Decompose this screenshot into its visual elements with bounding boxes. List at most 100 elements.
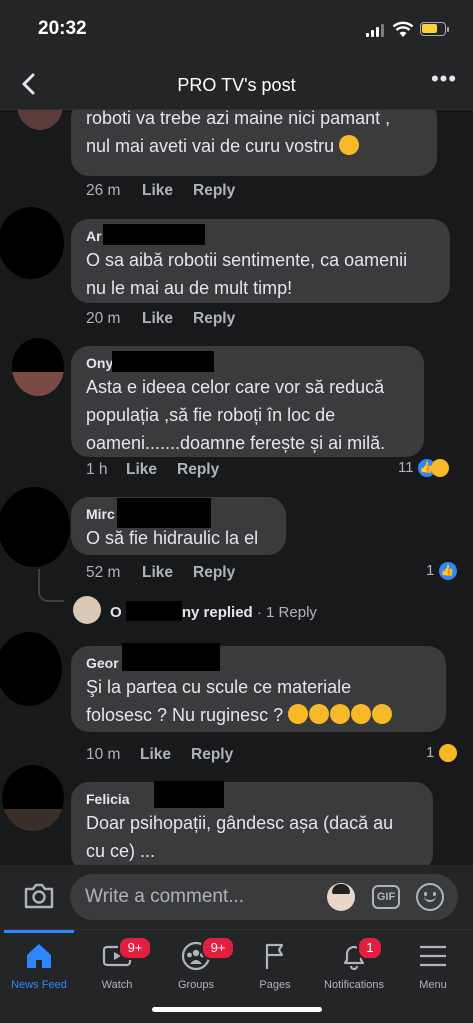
rofl-emoji-icon bbox=[330, 704, 351, 724]
like-button[interactable]: Like bbox=[126, 461, 157, 479]
tab-groups[interactable]: 9+ Groups bbox=[157, 930, 235, 1000]
home-icon bbox=[27, 944, 51, 968]
reaction-summary[interactable]: 1 👍 bbox=[426, 562, 466, 584]
comment-time: 1 h bbox=[86, 461, 108, 478]
comment-text: Şi la partea cu scule ce materiale bbox=[86, 677, 352, 697]
reply-button[interactable]: Reply bbox=[177, 461, 219, 479]
avatar-sticker-icon[interactable] bbox=[327, 883, 355, 911]
tab-pages[interactable]: Pages bbox=[236, 930, 314, 1000]
redaction bbox=[117, 498, 211, 528]
menu-icon bbox=[420, 945, 446, 967]
avatar[interactable] bbox=[0, 207, 64, 279]
comment-text: nul mai aveti vai de curu vostru bbox=[86, 132, 422, 160]
tab-label: Watch bbox=[101, 979, 133, 991]
reply-button[interactable]: Reply bbox=[193, 182, 235, 200]
comment-text: O sa aibă robotii sentimente, ca oamenii bbox=[86, 250, 408, 270]
comment-text: populația ,să fie roboți în loc de bbox=[86, 405, 336, 425]
comment-author[interactable]: Mirc bbox=[86, 498, 271, 528]
comment-bubble[interactable]: Felicia Doar psihopații, gândesc așa (da… bbox=[71, 781, 433, 865]
view-replies-link[interactable]: O ny replied · 1 Reply bbox=[110, 601, 317, 621]
avatar[interactable] bbox=[2, 765, 64, 831]
redaction bbox=[103, 224, 205, 245]
avatar[interactable] bbox=[0, 487, 70, 567]
reaction-summary[interactable]: 1 bbox=[426, 744, 466, 766]
status-bar: 20:32 bbox=[0, 0, 473, 58]
active-tab-indicator bbox=[4, 930, 74, 933]
comment-bubble[interactable]: Ony Asta e ideea celor care vor să reduc… bbox=[71, 346, 424, 457]
avatar-photo bbox=[12, 338, 64, 372]
comment-text: cu ce) ... bbox=[86, 841, 156, 861]
comments-feed[interactable]: roboti va trebe azi maine nici pamant , … bbox=[0, 110, 473, 865]
tab-label: Menu bbox=[419, 979, 447, 991]
comment-text: Asta e ideea celor care vor să reducă bbox=[86, 377, 385, 397]
comment-author[interactable]: Ony bbox=[86, 351, 409, 373]
avatar[interactable] bbox=[17, 110, 63, 130]
redaction bbox=[112, 351, 214, 372]
tab-label: Notifications bbox=[324, 979, 384, 991]
tab-menu[interactable]: Menu bbox=[394, 930, 472, 1000]
reply-button[interactable]: Reply bbox=[193, 310, 235, 328]
comment-text: O să fie hidraulic la el bbox=[86, 528, 259, 548]
rofl-emoji-icon bbox=[351, 704, 372, 724]
comment-composer: GIF bbox=[0, 865, 473, 929]
redaction bbox=[125, 601, 182, 621]
comment-actions: 26 m Like Reply bbox=[86, 182, 286, 202]
tab-label: Pages bbox=[259, 979, 291, 991]
haha-reaction-icon bbox=[438, 744, 457, 763]
comment-actions: 20 m Like Reply bbox=[86, 310, 286, 330]
comment-text: roboti va trebe azi maine nici pamant , bbox=[86, 110, 391, 128]
flag-icon bbox=[265, 943, 284, 969]
disappointed-emoji-icon bbox=[339, 135, 360, 155]
battery-icon bbox=[420, 22, 446, 36]
post-header: PRO TV's post ••• bbox=[0, 58, 473, 110]
comment-bubble[interactable]: Ar O sa aibă robotii sentimente, ca oame… bbox=[71, 219, 450, 303]
redaction bbox=[154, 781, 224, 808]
tab-label: Groups bbox=[177, 979, 215, 991]
tab-news-feed[interactable]: News Feed bbox=[0, 930, 78, 1000]
comment-actions: 1 h Like Reply bbox=[86, 461, 286, 481]
tab-notifications[interactable]: 1 Notifications bbox=[315, 930, 393, 1000]
comment-text: Doar psihopații, gândesc așa (dacă au bbox=[86, 813, 394, 833]
battery-tip bbox=[447, 27, 449, 32]
signal-icon bbox=[366, 24, 386, 37]
avatar-photo bbox=[12, 372, 64, 396]
like-button[interactable]: Like bbox=[142, 564, 173, 582]
reaction-count: 1 bbox=[426, 744, 435, 761]
comment-text: oameni.......doamne ferește și ai milă. bbox=[86, 433, 386, 453]
notification-badge: 9+ bbox=[201, 936, 235, 960]
status-time: 20:32 bbox=[38, 18, 87, 39]
comment-actions: 10 m Like Reply bbox=[86, 746, 286, 766]
home-indicator bbox=[152, 1007, 322, 1012]
comment-text: folosesc ? Nu ruginesc ? bbox=[86, 701, 431, 729]
avatar[interactable] bbox=[0, 632, 62, 706]
comment-author[interactable]: Ar bbox=[86, 224, 435, 246]
comment-author[interactable]: Felicia bbox=[86, 781, 418, 809]
rofl-emoji-icon bbox=[288, 704, 309, 724]
rofl-emoji-icon bbox=[372, 704, 393, 724]
gif-icon[interactable]: GIF bbox=[372, 885, 400, 909]
comment-time: 10 m bbox=[86, 746, 121, 763]
avatar[interactable] bbox=[12, 338, 64, 396]
emoji-picker-icon[interactable] bbox=[416, 883, 444, 911]
comment-bubble[interactable]: Mirc O să fie hidraulic la el bbox=[71, 497, 286, 555]
page-title: PRO TV's post bbox=[177, 75, 296, 95]
comment-time: 20 m bbox=[86, 310, 121, 327]
comment-bubble[interactable]: Geor Şi la partea cu scule ce materiale … bbox=[71, 643, 446, 732]
reaction-summary[interactable]: 11 👍 bbox=[398, 459, 468, 481]
comment-bubble[interactable]: roboti va trebe azi maine nici pamant , … bbox=[71, 110, 437, 176]
more-options-icon[interactable]: ••• bbox=[430, 68, 458, 98]
comment-actions: 52 m Like Reply bbox=[86, 564, 286, 584]
like-button[interactable]: Like bbox=[142, 310, 173, 328]
tab-label: News Feed bbox=[11, 979, 67, 991]
reply-button[interactable]: Reply bbox=[191, 746, 233, 764]
camera-icon[interactable] bbox=[22, 881, 56, 911]
reaction-count: 11 bbox=[398, 459, 414, 476]
like-button[interactable]: Like bbox=[140, 746, 171, 764]
avatar[interactable] bbox=[73, 596, 101, 624]
rofl-emoji-icon bbox=[309, 704, 330, 724]
avatar-photo bbox=[2, 765, 64, 809]
tab-watch[interactable]: 9+ Watch bbox=[78, 930, 156, 1000]
reply-button[interactable]: Reply bbox=[193, 564, 235, 582]
comment-author[interactable]: Geor bbox=[86, 643, 431, 673]
like-button[interactable]: Like bbox=[142, 182, 173, 200]
